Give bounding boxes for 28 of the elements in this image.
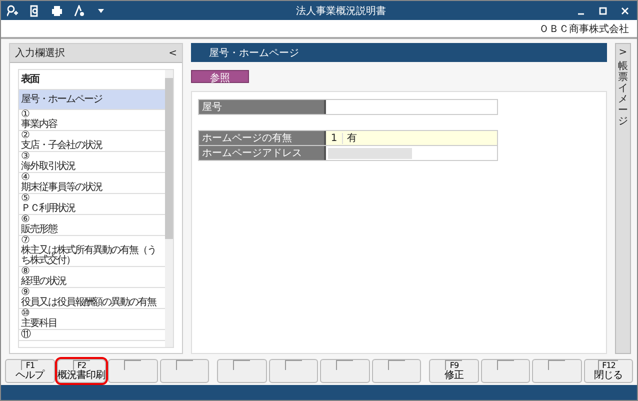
function-key[interactable]	[268, 359, 318, 383]
function-key[interactable]: F9 修正	[429, 359, 478, 383]
function-key[interactable]: F2 概況書印刷	[56, 359, 106, 383]
collapse-button[interactable]: <	[168, 48, 177, 58]
sidebar-item[interactable]: ⑪	[19, 330, 165, 341]
window-title: 法人事業概況説明書	[295, 4, 387, 18]
function-key[interactable]	[320, 359, 370, 383]
print-icon[interactable]	[51, 4, 63, 16]
function-key[interactable]	[217, 359, 266, 383]
sidebar-item[interactable]: 屋号・ホームページ	[19, 90, 165, 110]
side-tab-label: 帳票イメージ	[618, 61, 628, 127]
company-name: ＯＢＣ商事株式会社	[539, 22, 629, 36]
sidebar-title: 入力欄選択	[15, 46, 65, 60]
expand-arrow: >	[618, 47, 628, 58]
side-tab[interactable]: > 帳票イメージ	[615, 43, 631, 354]
function-key[interactable]	[372, 359, 421, 383]
function-key[interactable]: F12 閉じる	[584, 359, 633, 383]
close-icon[interactable]	[619, 4, 631, 16]
zoom-in-icon[interactable]	[7, 4, 19, 16]
section-title: 屋号・ホームページ	[209, 46, 299, 60]
function-key[interactable]	[532, 359, 582, 383]
function-key[interactable]	[160, 359, 209, 383]
maximize-icon[interactable]	[597, 4, 609, 16]
scrollbar[interactable]	[165, 70, 173, 347]
mode-button[interactable]: 参照	[191, 70, 249, 83]
function-key[interactable]	[480, 359, 530, 383]
function-key[interactable]	[108, 359, 158, 383]
function-key[interactable]: F1 ヘルプ	[5, 359, 54, 383]
